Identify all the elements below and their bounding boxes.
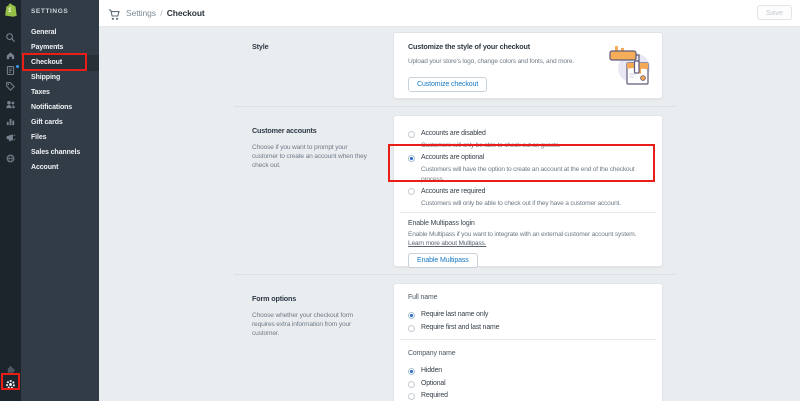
card-divider <box>400 212 656 214</box>
full-name-group-title: Full name <box>408 294 438 301</box>
app-nav-rail <box>0 0 21 401</box>
form-options-section-label: Form options <box>252 294 297 303</box>
multipass-description: Enable Multipass if you want to integrat… <box>408 231 637 248</box>
online-store-globe-icon[interactable] <box>5 151 16 163</box>
radio-accounts-optional[interactable]: Accounts are optional <box>408 153 648 163</box>
radio-button-unselected[interactable] <box>408 130 415 138</box>
breadcrumb-settings-link[interactable]: Settings <box>126 8 156 18</box>
sidebar-item-sales-channels[interactable]: Sales channels <box>21 145 99 160</box>
settings-gear-icon[interactable] <box>5 377 16 389</box>
topbar: Settings / Checkout Save <box>99 0 800 27</box>
radio-button-selected[interactable] <box>408 311 415 319</box>
sidebar-item-taxes[interactable]: Taxes <box>21 85 99 100</box>
customize-checkout-button[interactable]: Customize checkout <box>408 77 488 92</box>
radio-accounts-disabled[interactable]: Accounts are disabled <box>408 129 648 139</box>
sidebar-item-notifications[interactable]: Notifications <box>21 100 99 115</box>
settings-sidebar: SETTINGS General Payments Checkout Shipp… <box>21 0 99 401</box>
radio-accounts-disabled-help: Customers will only be able to check out… <box>421 142 561 149</box>
breadcrumb: Settings / Checkout <box>126 0 205 27</box>
section-divider <box>234 106 676 107</box>
sidebar-item-gift-cards[interactable]: Gift cards <box>21 115 99 130</box>
form-options-card: Full name Require last name only Require… <box>393 283 663 401</box>
radio-company-hidden[interactable]: Hidden <box>408 366 648 376</box>
style-card: Customize the style of your checkout Upl… <box>393 32 663 99</box>
radio-button-unselected[interactable] <box>408 392 415 400</box>
sidebar-item-general[interactable]: General <box>21 25 99 40</box>
radio-button-selected[interactable] <box>408 367 415 375</box>
settings-sidebar-title: SETTINGS <box>31 8 69 15</box>
style-section-label: Style <box>252 42 269 51</box>
products-tag-icon[interactable] <box>5 79 16 91</box>
section-divider <box>234 274 676 275</box>
sidebar-item-checkout[interactable]: Checkout <box>21 55 99 71</box>
search-icon[interactable] <box>5 30 16 42</box>
shopify-logo-icon[interactable] <box>4 3 17 17</box>
radio-require-last-name-only[interactable]: Require last name only <box>408 310 648 320</box>
radio-button-unselected[interactable] <box>408 324 415 332</box>
orders-icon[interactable] <box>5 63 16 75</box>
shopify-admin-settings-checkout: { "colors": { "shopify_green": "#96bf48"… <box>0 0 800 401</box>
paint-roller-illustration <box>607 45 653 94</box>
cart-icon <box>108 8 121 26</box>
orders-notification-dot <box>16 65 19 68</box>
sidebar-item-files[interactable]: Files <box>21 130 99 145</box>
radio-company-required[interactable]: Required <box>408 391 648 401</box>
radio-require-first-and-last-name[interactable]: Require first and last name <box>408 323 648 333</box>
customers-icon[interactable] <box>5 97 16 109</box>
settings-checkout-content: Style Customize the style of your checko… <box>99 27 800 401</box>
customer-accounts-card: Accounts are disabled Customers will onl… <box>393 115 663 268</box>
company-name-group-title: Company name <box>408 350 456 357</box>
marketing-megaphone-icon[interactable] <box>5 130 16 142</box>
analytics-icon[interactable] <box>5 114 16 126</box>
multipass-learn-more-link[interactable]: Learn more about Multipass. <box>408 240 486 247</box>
save-button[interactable]: Save <box>756 5 792 20</box>
apps-puzzle-icon[interactable] <box>5 362 16 373</box>
enable-multipass-button[interactable]: Enable Multipass <box>408 252 478 268</box>
form-options-section-description: Choose whether your checkout form requir… <box>252 312 353 337</box>
radio-accounts-required[interactable]: Accounts are required <box>408 187 648 197</box>
sidebar-item-account[interactable]: Account <box>21 160 99 175</box>
card-divider <box>400 339 656 340</box>
home-icon[interactable] <box>5 48 16 60</box>
customer-accounts-section-label: Customer accounts <box>252 126 317 135</box>
radio-button-unselected[interactable] <box>408 380 415 388</box>
customer-accounts-section-description: Choose if you want to prompt your custom… <box>252 144 367 169</box>
radio-button-selected[interactable] <box>408 154 415 162</box>
radio-accounts-optional-help: Customers will have the option to create… <box>421 166 635 183</box>
breadcrumb-current-page: Checkout <box>166 8 205 18</box>
sidebar-item-payments[interactable]: Payments <box>21 40 99 55</box>
radio-company-optional[interactable]: Optional <box>408 379 648 389</box>
radio-accounts-required-help: Customers will only be able to check out… <box>421 199 621 207</box>
sidebar-item-shipping[interactable]: Shipping <box>21 70 99 85</box>
multipass-title: Enable Multipass login <box>408 220 475 228</box>
style-card-description: Upload your store's logo, change colors … <box>408 58 574 65</box>
radio-button-unselected[interactable] <box>408 188 415 196</box>
breadcrumb-separator: / <box>160 8 163 18</box>
